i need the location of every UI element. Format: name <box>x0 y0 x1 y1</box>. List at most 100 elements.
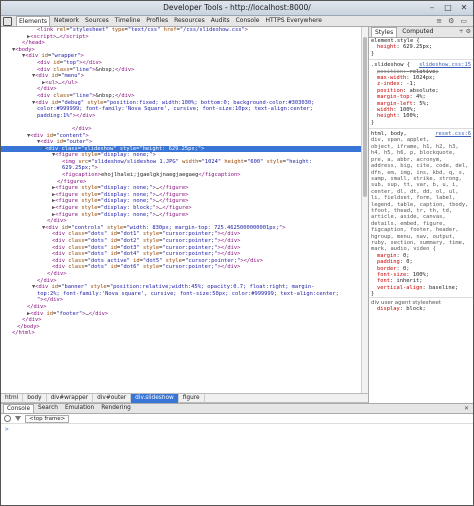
dom-node[interactable]: ▶<figure style="display: none;">…</figur… <box>1 185 361 192</box>
elements-scrollbar[interactable] <box>361 27 368 393</box>
tab-network[interactable]: Network <box>52 16 81 26</box>
close-icon[interactable]: ✕ <box>459 3 469 13</box>
rule-close: } <box>371 50 375 57</box>
property-value: 629.25px; <box>402 44 433 51</box>
console-drawer-icon[interactable]: ≡ <box>436 17 442 25</box>
dom-node[interactable]: ▶<figure style="display: none;">…</figur… <box>1 198 361 205</box>
dom-node[interactable]: </div> <box>1 304 361 311</box>
tab-computed[interactable]: Computed <box>399 27 436 37</box>
dom-node[interactable]: </head> <box>1 40 361 47</box>
selector-text: html, body, <box>371 131 407 138</box>
breadcrumb-item[interactable]: figure <box>179 393 205 403</box>
dom-node[interactable]: ▼<div id="menu"> <box>1 73 361 80</box>
dom-node[interactable] <box>1 119 361 126</box>
dom-node[interactable]: ▶<figure style="display: none;">…</figur… <box>1 212 361 219</box>
breadcrumb-item[interactable]: body <box>23 393 47 403</box>
dom-node[interactable]: <link rel="stylesheet" type="text/css" h… <box>1 27 361 34</box>
dom-node[interactable]: </html> <box>1 330 361 337</box>
dock-icon[interactable]: ▭ <box>460 17 467 25</box>
maximize-icon[interactable]: □ <box>443 3 453 13</box>
dom-node[interactable]: ▼<div id="banner" style="position:relati… <box>1 284 361 291</box>
scrollbar-thumb[interactable] <box>363 37 367 197</box>
dom-node[interactable]: ▼<figure style="display: none;"> <box>1 152 361 159</box>
dom-node[interactable]: ▼<div id="outer"> <box>1 139 361 146</box>
dom-node-selected[interactable]: ▼<div class="slideshow" style="height: 6… <box>1 145 361 153</box>
dom-node[interactable]: <div class="dots" id="dot3" style="curso… <box>1 245 361 252</box>
dom-node[interactable]: ▼<div id="content"> <box>1 133 361 140</box>
dom-node[interactable]: ▶<figure style="display: block;">…</figu… <box>1 205 361 212</box>
elements-tree[interactable]: <link rel="stylesheet" type="text/css" h… <box>1 27 361 393</box>
dom-node[interactable]: </figure> <box>1 179 361 186</box>
dom-node[interactable]: <div class="dots" id="dot6" style="curso… <box>1 264 361 271</box>
tab-elements[interactable]: Elements <box>16 16 50 26</box>
dom-node[interactable]: <figcaption>ehojlhalei;jgaelgkjnaegjaega… <box>1 172 361 179</box>
dom-node[interactable]: <div class="dots" id="dot1" style="curso… <box>1 231 361 238</box>
tab-timeline[interactable]: Timeline <box>113 16 143 26</box>
dom-node[interactable]: ▼<div id="wrapper"> <box>1 53 361 60</box>
property-name: width <box>377 106 394 113</box>
dom-node[interactable]: ▼<body> <box>1 47 361 54</box>
tab-drawer-search[interactable]: Search <box>35 404 61 413</box>
dom-node[interactable]: </div> <box>1 317 361 324</box>
dom-node[interactable]: </div> <box>1 278 361 285</box>
rule-source-link[interactable]: reset.css:6 <box>435 131 473 137</box>
dom-node[interactable]: <div class="dots active" id="dot5" style… <box>1 258 361 265</box>
close-drawer-icon[interactable]: ✕ <box>464 405 473 412</box>
dom-node[interactable]: <div class="line">&nbsp;</div> <box>1 67 361 74</box>
inspect-icon[interactable] <box>3 16 12 26</box>
title-bar: Developer Tools - http://localhost:8000/… <box>1 1 473 16</box>
dom-node[interactable]: padding:1%"></div> <box>1 113 361 120</box>
dom-node[interactable]: top:2%; font-family:'Nova square', cursi… <box>1 291 361 298</box>
tab-drawer-console[interactable]: Console <box>3 404 35 413</box>
dom-node[interactable]: </div> <box>1 126 361 133</box>
reset-selector-list: div, span, applet, object, iframe, h1, h… <box>371 137 469 253</box>
console-prompt[interactable]: > <box>1 424 473 433</box>
filter-icon[interactable] <box>15 416 21 421</box>
dom-node[interactable]: color:#999999; font-family:'Nova Square'… <box>1 106 361 113</box>
tab-resources[interactable]: Resources <box>172 16 207 26</box>
dom-node[interactable]: ▶<div id="footer">…</div> <box>1 311 361 318</box>
dom-node[interactable]: </div> <box>1 218 361 225</box>
dom-node[interactable]: <img src="slideshow/slideshow 1.JPG" wid… <box>1 159 361 166</box>
property-value: 4%; <box>415 94 426 101</box>
property-name: height <box>377 44 397 51</box>
dom-node[interactable]: ▼<div id="debug" style="position:fixed; … <box>1 100 361 107</box>
add-rule-icon[interactable]: + ⚙ <box>459 28 473 35</box>
dom-node[interactable]: ▶<figure style="display: none;">…</figur… <box>1 192 361 199</box>
property-value: 1024px; <box>412 74 436 81</box>
clear-console-icon[interactable] <box>4 415 11 422</box>
breadcrumb-item[interactable]: div#outer <box>93 393 132 403</box>
dom-node[interactable]: </body> <box>1 324 361 331</box>
tab-profiles[interactable]: Profiles <box>144 16 170 26</box>
dom-node[interactable]: "></div> <box>1 297 361 304</box>
property-value: 100%; <box>412 271 429 278</box>
sidebar-tab-bar: Styles Computed + ⚙ <box>369 27 473 38</box>
dom-node[interactable]: <div class="dots" id="dot4" style="curso… <box>1 251 361 258</box>
settings-gear-icon[interactable]: ⚙ <box>448 17 454 25</box>
property-value: inherit; <box>396 278 423 285</box>
breadcrumb-item[interactable]: div#wrapper <box>47 393 94 403</box>
tab-console[interactable]: Console <box>234 16 262 26</box>
tab-https-everywhere[interactable]: HTTPS Everywhere <box>263 16 324 26</box>
dom-node[interactable]: ▶<script>…</script> <box>1 34 361 41</box>
style-property[interactable]: vertical-align: baseline; <box>369 285 473 291</box>
dom-node[interactable]: </div> <box>1 271 361 278</box>
dom-node[interactable]: ▶<ul>…</ul> <box>1 80 361 87</box>
dom-node[interactable]: <div id="top"></div> <box>1 60 361 67</box>
tab-drawer-rendering[interactable]: Rendering <box>98 404 134 413</box>
frame-select[interactable]: <top frame> <box>25 414 70 423</box>
dom-node[interactable]: <div class="line">&nbsp;</div> <box>1 93 361 100</box>
dom-node[interactable]: 629.25px;"> <box>1 165 361 172</box>
window-controls: – □ ✕ <box>427 3 469 13</box>
breadcrumb-item[interactable]: html <box>1 393 24 403</box>
dom-node[interactable]: ▼<div id="controls" style="width: 830px;… <box>1 225 361 232</box>
breadcrumb-item[interactable]: div.slideshow <box>131 393 179 403</box>
toolbar-right-icons: ≡ ⚙ ▭ <box>436 17 473 25</box>
tab-drawer-emulation[interactable]: Emulation <box>62 404 97 413</box>
tab-audits[interactable]: Audits <box>209 16 232 26</box>
tab-styles[interactable]: Styles <box>371 27 398 37</box>
dom-node[interactable]: </div> <box>1 86 361 93</box>
tab-sources[interactable]: Sources <box>83 16 111 26</box>
minimize-icon[interactable]: – <box>427 3 437 13</box>
dom-node[interactable]: <div class="dots" id="dot2" style="curso… <box>1 238 361 245</box>
